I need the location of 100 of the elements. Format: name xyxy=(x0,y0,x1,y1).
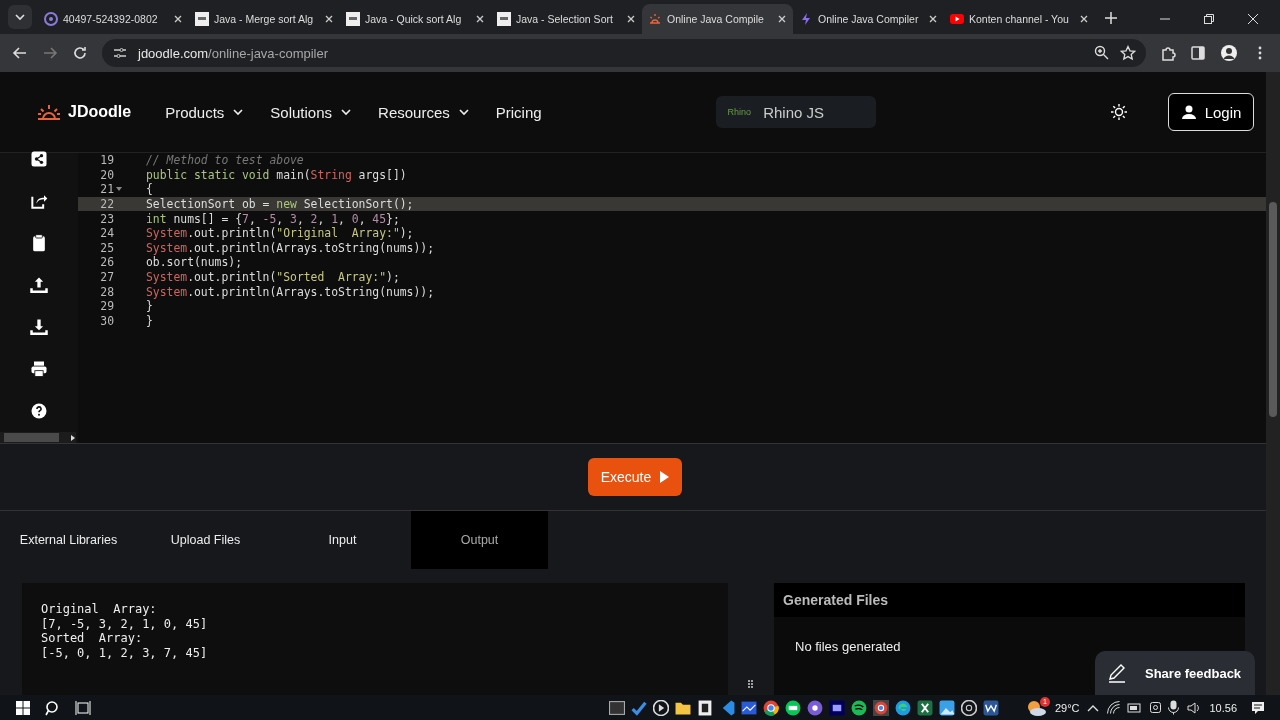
close-icon xyxy=(777,14,787,24)
line-number: 20 xyxy=(99,167,114,182)
help-icon xyxy=(29,401,49,421)
chart-icon xyxy=(741,699,757,716)
login-button[interactable]: Login xyxy=(1168,93,1254,131)
play-icon xyxy=(659,471,670,483)
code-line: } xyxy=(146,313,153,328)
terminal-icon xyxy=(609,699,625,716)
tab-favicon-icon xyxy=(44,12,58,26)
empty-message: No files generated xyxy=(795,639,901,654)
drag-handle-icon xyxy=(747,679,754,689)
new-tab-icon xyxy=(1105,12,1117,24)
output-console: Original Array: [7, -5, 3, 2, 1, 0, 45] Sorted Array: [-5, 0, 1, 2, 3, 7, 45] xyxy=(22,583,728,695)
close-icon xyxy=(928,14,938,24)
arrow-right-icon xyxy=(70,433,76,442)
zoom-icon xyxy=(1094,45,1110,61)
panel-tab[interactable]: Input xyxy=(274,511,411,569)
code-line: System.out.println(Arrays.toString(nums)); xyxy=(146,284,435,299)
media-icon xyxy=(807,699,823,716)
close-icon xyxy=(626,14,636,24)
browser-tab[interactable]: Java - Quick sort Alg xyxy=(340,4,491,34)
upload-icon xyxy=(29,275,49,295)
chevron-down-icon xyxy=(232,106,245,118)
line-number: 26 xyxy=(99,255,114,270)
tab-favicon-icon xyxy=(195,12,209,26)
close-icon xyxy=(1248,14,1258,24)
close-icon xyxy=(324,14,334,24)
line-number: 28 xyxy=(99,284,114,299)
tab-favicon-icon xyxy=(497,12,511,26)
camera-icon xyxy=(1150,702,1162,713)
tab-search-button[interactable] xyxy=(8,5,32,29)
tab-favicon-icon xyxy=(799,12,813,26)
app-icon xyxy=(829,699,845,716)
code-line: { xyxy=(146,182,153,197)
browser-icon xyxy=(895,699,911,716)
language-selector[interactable]: Rhino Rhino JS xyxy=(715,96,876,128)
close-icon xyxy=(173,14,183,24)
close-icon xyxy=(475,14,485,24)
user-icon xyxy=(1180,104,1197,120)
pencil-icon xyxy=(1107,662,1127,684)
photos-icon xyxy=(939,699,955,716)
execute-button[interactable]: Execute xyxy=(588,458,682,496)
panel-tab[interactable]: Output xyxy=(411,511,548,569)
nav-link[interactable]: Resources xyxy=(378,103,470,121)
aperture-icon xyxy=(961,699,977,716)
chevron-down-icon xyxy=(14,11,26,23)
code-line: public static void main(String args[]) xyxy=(146,167,407,182)
browser-tab[interactable]: Java - Selection Sort xyxy=(491,4,642,34)
chrome-icon xyxy=(763,699,779,716)
code-line: System.out.println("Original Array:"); xyxy=(146,226,414,241)
extensions-icon xyxy=(1160,45,1176,61)
browser-tab[interactable]: Online Java Compile xyxy=(642,4,793,34)
line-number: 27 xyxy=(99,270,114,285)
wifi-icon xyxy=(1107,701,1121,714)
spreadsheet-icon xyxy=(917,699,933,716)
search-icon xyxy=(45,699,61,716)
restore-icon xyxy=(1204,14,1214,24)
site-settings-icon xyxy=(112,45,128,61)
nav-link[interactable]: Solutions xyxy=(270,103,353,121)
code-line: } xyxy=(146,299,153,314)
chevron-down-icon xyxy=(457,106,470,118)
browser-tab[interactable]: 40497-524392-0802 xyxy=(38,4,189,34)
browser-tab[interactable]: Konten channel - You xyxy=(944,4,1095,34)
tab-favicon-icon xyxy=(648,12,662,26)
chrome-icon xyxy=(873,699,889,716)
close-icon xyxy=(1079,14,1089,24)
checkmark-icon xyxy=(631,699,647,716)
chevron-down-icon xyxy=(340,106,353,118)
back-icon xyxy=(12,45,28,61)
panel-title: Generated Files xyxy=(774,583,1245,617)
panel-tab[interactable]: Upload Files xyxy=(137,511,274,569)
browser-tab[interactable]: Online Java Compiler xyxy=(793,4,944,34)
nav-link[interactable]: Products xyxy=(165,103,245,121)
panel-tab[interactable]: External Libraries xyxy=(0,511,137,569)
forward-icon xyxy=(42,45,58,61)
print-icon xyxy=(29,359,49,379)
horizontal-scrollbar[interactable] xyxy=(0,432,76,443)
chat-icon xyxy=(785,699,801,716)
task-view-icon xyxy=(75,699,91,716)
notebook-icon xyxy=(697,699,713,716)
fold-icon xyxy=(116,187,122,192)
reload-icon xyxy=(72,45,88,61)
download-icon xyxy=(29,317,49,337)
line-number: 23 xyxy=(99,211,114,226)
microphone-icon xyxy=(1168,700,1180,715)
nav-link[interactable]: Pricing xyxy=(495,103,542,121)
browser-tab[interactable]: Java - Merge sort Alg xyxy=(189,4,340,34)
code-line: int nums[] = {7, -5, 3, 2, 1, 0, 45}; xyxy=(146,211,400,226)
clock: 10.56 xyxy=(1209,701,1237,714)
line-number: 19 xyxy=(99,153,114,168)
line-number: 22 xyxy=(99,197,114,212)
code-line: SelectionSort ob = new SelectionSort(); xyxy=(146,197,414,212)
address-bar[interactable]: jdoodle.com/online-java-compiler xyxy=(102,39,1146,67)
feedback-button[interactable]: Share feedback xyxy=(1095,651,1255,695)
vertical-scrollbar[interactable] xyxy=(1266,72,1280,695)
side-panel-icon xyxy=(1190,45,1206,61)
theme-toggle[interactable] xyxy=(1110,103,1128,121)
document-icon xyxy=(983,699,999,716)
tab-favicon-icon xyxy=(346,12,360,26)
play-icon xyxy=(653,699,669,716)
